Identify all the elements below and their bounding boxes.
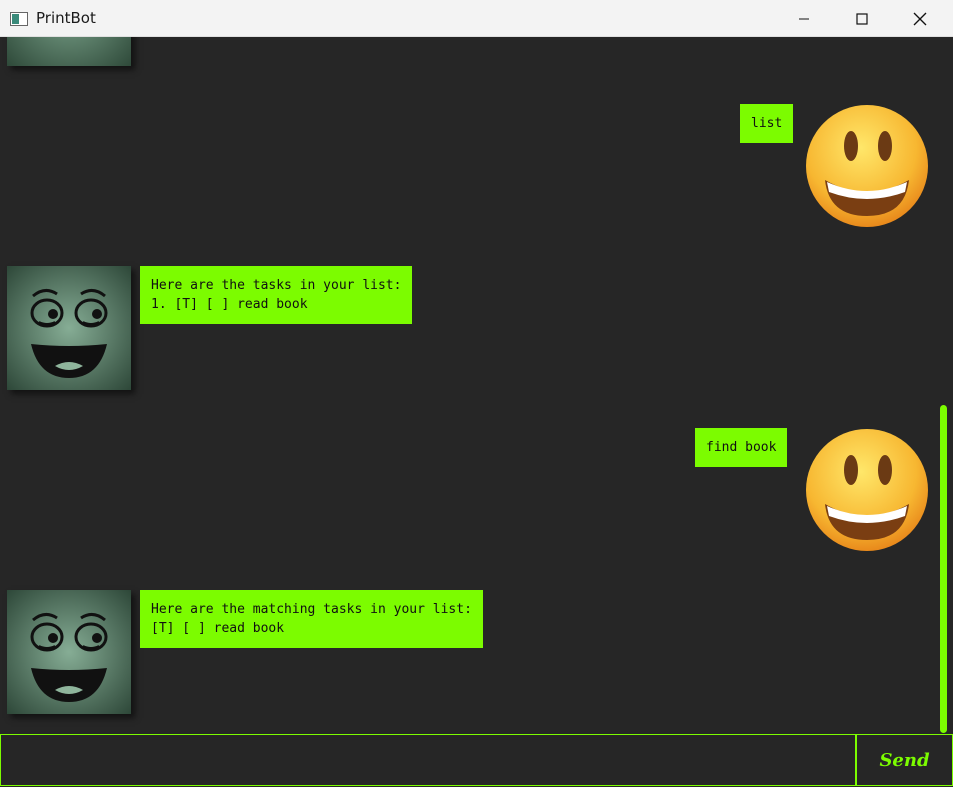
title-bar: PrintBot (0, 0, 953, 37)
close-button[interactable] (897, 0, 943, 37)
minimize-icon (799, 18, 809, 19)
chat-dialog-area[interactable]: list Here are the tasks in your list: 1.… (0, 37, 953, 734)
bot-avatar (7, 266, 131, 390)
bot-avatar (7, 590, 131, 714)
bot-message-bubble: Here are the matching tasks in your list… (140, 590, 483, 648)
window-title: PrintBot (36, 9, 96, 27)
user-avatar (805, 104, 929, 228)
maximize-icon (856, 12, 868, 25)
bot-avatar (7, 37, 131, 66)
close-icon (913, 12, 927, 25)
user-message-bubble: list (740, 104, 794, 143)
minimize-button[interactable] (781, 0, 827, 37)
cartoon-face-avatar-icon (7, 266, 131, 390)
smiley-emoji-icon (806, 105, 928, 227)
send-button[interactable]: Send (856, 734, 953, 786)
message-input[interactable] (0, 734, 856, 786)
bot-message-bubble: Here are the tasks in your list: 1. [T] … (140, 266, 413, 324)
user-message-bubble: find book (695, 428, 788, 467)
chat-scrollbar[interactable] (940, 405, 947, 733)
maximize-button[interactable] (839, 0, 885, 37)
input-bar: Send (0, 734, 953, 787)
user-avatar (805, 428, 929, 552)
cartoon-face-avatar-icon (7, 590, 131, 714)
app-window-icon (10, 11, 28, 26)
smiley-emoji-icon (806, 429, 928, 551)
cartoon-face-avatar-icon (7, 37, 131, 66)
